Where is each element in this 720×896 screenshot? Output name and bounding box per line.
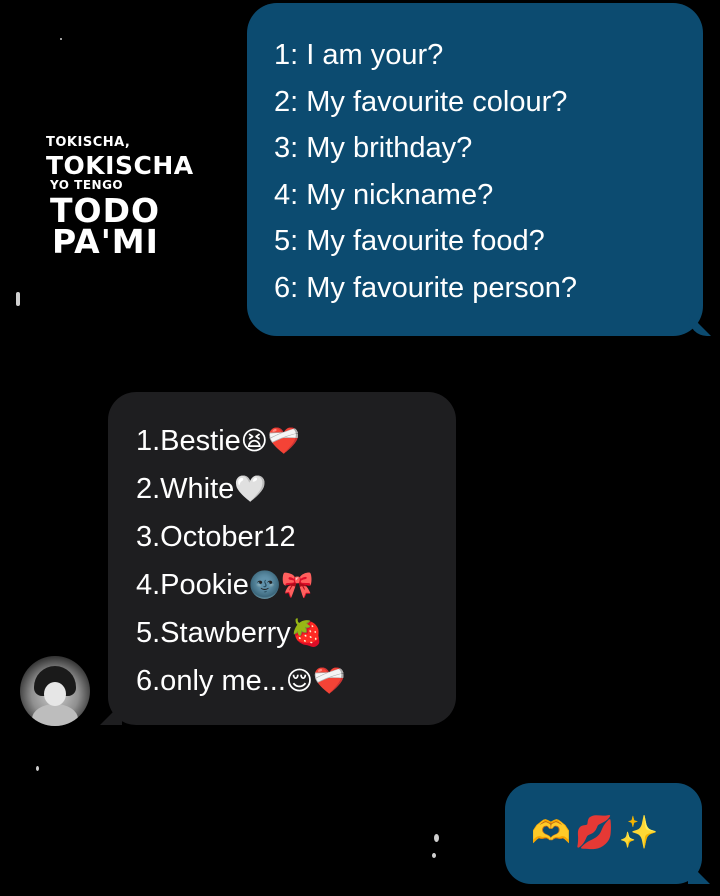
- bubble-tail: [689, 314, 711, 336]
- emoji: 🍓: [290, 618, 324, 649]
- lyrics-overlay: TOKISCHA, TOKISCHA YO TENGO TODO PA'MI: [46, 136, 194, 258]
- message-text: 5.Stawberry: [136, 617, 291, 650]
- message-text: 4.Pookie: [136, 569, 249, 602]
- emoji: 😌❤️‍🩹: [285, 667, 346, 698]
- message-text: 3.October12: [136, 521, 296, 554]
- bubble-tail: [100, 703, 122, 725]
- background-speck: [16, 292, 20, 306]
- message-line: 6.only me...😌❤️‍🩹: [136, 658, 456, 706]
- message-line: 3.October12: [136, 514, 456, 562]
- background-speck: [434, 834, 439, 842]
- lyrics-line: TOKISCHA,: [46, 135, 131, 150]
- message-line: 1: I am your?: [274, 39, 444, 71]
- bubble-tail: [688, 862, 710, 884]
- message-text: 1.Bestie: [136, 425, 241, 457]
- message-line: 4: My nickname?: [274, 178, 494, 211]
- message-text: 6.only me...: [136, 665, 286, 698]
- message-line: 5.Stawberry🍓: [136, 610, 456, 658]
- emoji-message: 🫶💋✨: [531, 814, 663, 850]
- message-line: 2: My favourite colour?: [274, 85, 568, 118]
- message-line: 1.Bestie😫❤️‍🩹: [136, 418, 456, 466]
- background-speck: [432, 853, 436, 858]
- lyrics-line: PA'MI: [52, 222, 159, 261]
- received-message-bubble[interactable]: 1.Bestie😫❤️‍🩹 2.White🤍 3.October12 4.Poo…: [100, 392, 456, 725]
- message-line: 3: My brithday?: [274, 132, 473, 164]
- emoji: 😫❤️‍🩹: [240, 426, 301, 457]
- lyrics-line: TOKISCHA: [46, 151, 194, 180]
- avatar-face: [44, 682, 66, 706]
- background-speck: [36, 766, 39, 771]
- avatar-body: [32, 704, 78, 726]
- message-text: 2.White: [136, 473, 235, 506]
- background-speck: [60, 38, 62, 40]
- message-line: 5: My favourite food?: [274, 225, 545, 257]
- emoji: 🌚🎀: [248, 570, 314, 601]
- lyrics-line: YO TENGO: [50, 178, 124, 192]
- sent-message-bubble[interactable]: 1: I am your? 2: My favourite colour? 3:…: [247, 3, 711, 336]
- emoji: 🤍: [234, 474, 267, 505]
- contact-avatar[interactable]: [20, 656, 90, 726]
- message-line: 6: My favourite person?: [274, 271, 578, 304]
- message-line: 4.Pookie🌚🎀: [136, 562, 456, 610]
- message-line: 2.White🤍: [136, 466, 456, 514]
- sent-emoji-bubble[interactable]: 🫶💋✨: [505, 783, 710, 884]
